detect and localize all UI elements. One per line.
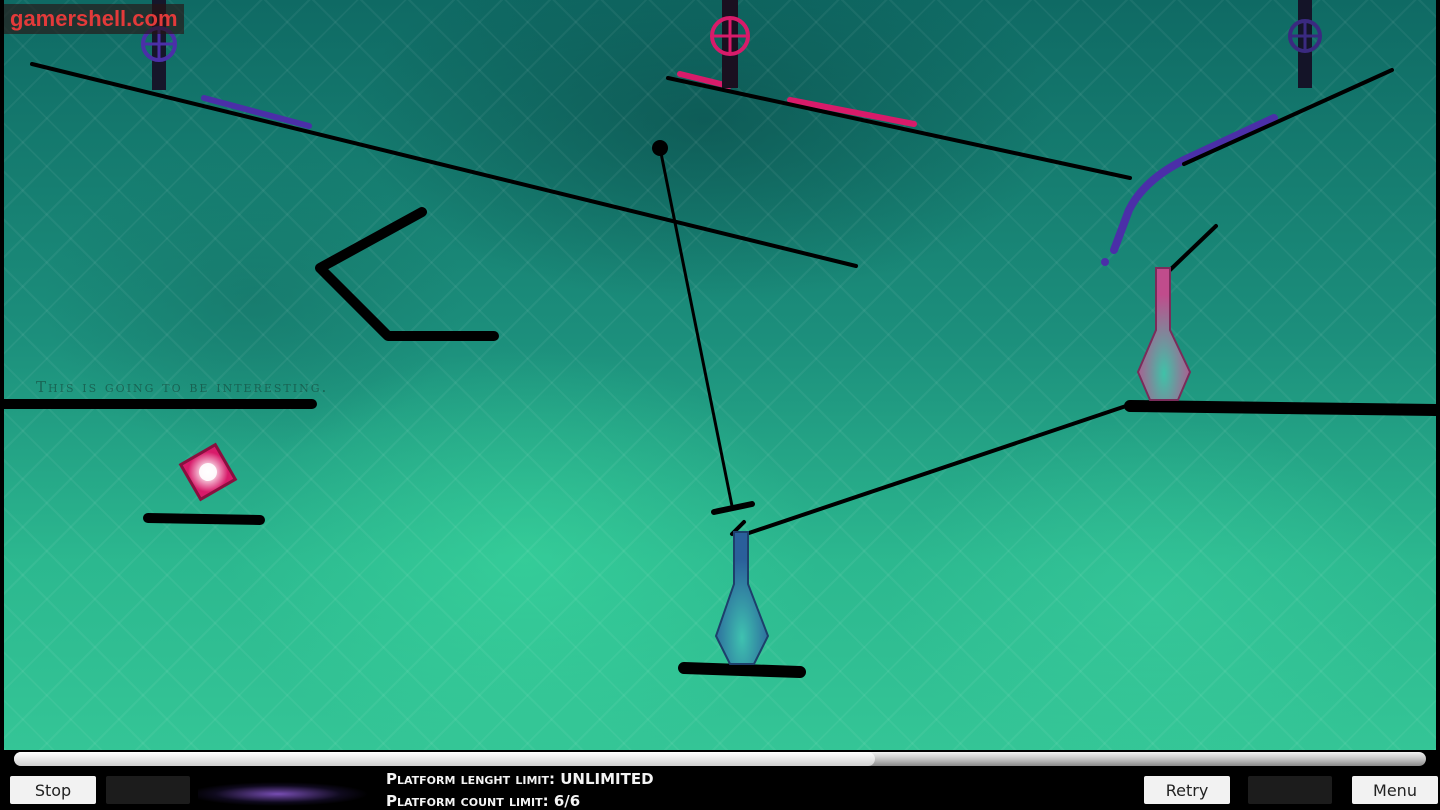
pink-gem-icon[interactable] <box>178 442 238 502</box>
platform-gem-base <box>143 513 265 525</box>
platform-top-left <box>30 62 858 268</box>
platforms <box>4 62 1436 678</box>
purple-liquid-preview <box>198 778 374 808</box>
level-hint: This is going to be interesting. <box>36 378 329 396</box>
pink-liquid-streak <box>677 71 917 127</box>
vase-blue <box>714 531 770 665</box>
platform-count-limit: Platform count limit: 6/6 <box>386 792 581 810</box>
platform-ramp <box>744 402 1134 536</box>
vase-pink <box>1136 267 1192 401</box>
gamershell-logo: gamershell.com <box>4 4 184 34</box>
pendulum-bar <box>711 501 755 515</box>
menu-button[interactable]: Menu <box>1352 776 1438 804</box>
liquid-drop <box>1101 258 1109 266</box>
playfield[interactable]: This is going to be interesting. <box>4 0 1436 750</box>
valve-pink-icon <box>710 16 750 56</box>
empty-slot-left <box>106 776 190 804</box>
platform-chevron <box>315 207 499 341</box>
empty-slot-right <box>1248 776 1332 804</box>
platform-top-middle <box>666 76 1132 180</box>
pendulum-pivot <box>652 140 668 156</box>
platform-vase-base <box>678 662 806 678</box>
game-screen: This is going to be interesting. gamersh… <box>0 0 1440 810</box>
platform-top-right <box>1182 68 1394 166</box>
platform-right-ledge <box>1124 400 1436 416</box>
progress-bar <box>14 752 1426 766</box>
pendulum-rod <box>658 146 734 508</box>
progress-fill <box>14 752 876 766</box>
retry-button[interactable]: Retry <box>1144 776 1230 804</box>
valve-dark-purple-icon <box>1288 19 1322 53</box>
platform-short-right <box>1168 224 1218 272</box>
platform-length-limit: Platform lenght limit: UNLIMITED <box>386 770 654 788</box>
stop-button[interactable]: Stop <box>10 776 96 804</box>
purple-liquid-stream <box>1110 114 1278 254</box>
scene <box>4 0 1436 678</box>
